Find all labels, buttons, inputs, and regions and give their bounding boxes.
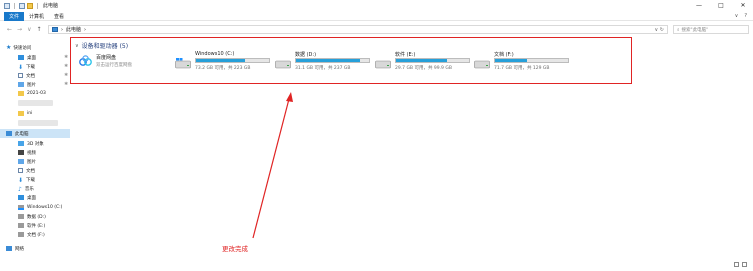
annotation-text: 更改完成	[222, 245, 248, 253]
details-view-icon[interactable]	[734, 262, 739, 267]
arrow-shaft	[252, 98, 290, 239]
annotation-arrow	[252, 92, 293, 239]
view-toggle-icons	[734, 262, 747, 267]
large-icons-view-icon[interactable]	[742, 262, 747, 267]
arrow-head	[286, 92, 293, 102]
